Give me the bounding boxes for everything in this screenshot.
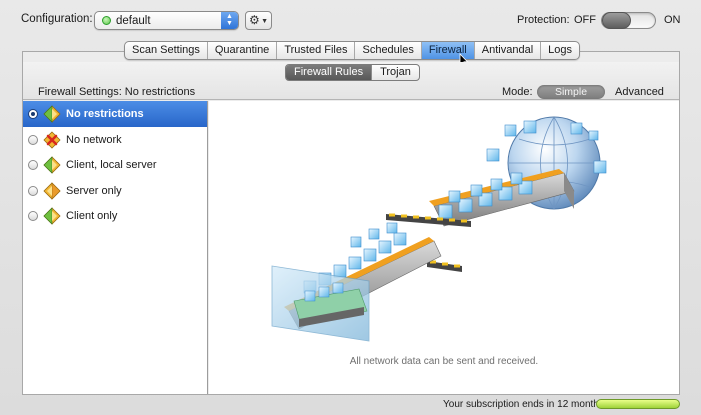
shield-diamond-icon — [43, 156, 61, 174]
select-arrows-icon: ▲ ▼ — [221, 12, 238, 29]
gear-icon: ⚙ — [249, 13, 260, 27]
firewall-options-list: No restrictions No network Client, local… — [23, 101, 208, 394]
toggle-knob[interactable] — [602, 12, 631, 29]
chevron-down-icon: ▼ — [261, 18, 268, 25]
subtab-bar: Firewall Rules Trojan — [285, 64, 420, 81]
mode-advanced-button[interactable]: Advanced — [615, 86, 664, 98]
shield-diamond-icon — [43, 105, 61, 123]
option-server-only[interactable]: Server only — [23, 178, 207, 204]
subscription-status-text: Your subscription ends in 12 months — [443, 399, 604, 410]
mode-simple-button[interactable]: Simple — [537, 85, 605, 99]
firewall-illustration — [271, 116, 607, 342]
radio-button[interactable] — [28, 185, 38, 196]
tab-schedules[interactable]: Schedules — [355, 42, 422, 59]
option-no-network[interactable]: No network — [23, 127, 207, 153]
option-client-local-server[interactable]: Client, local server — [23, 152, 207, 178]
tab-quarantine[interactable]: Quarantine — [208, 42, 278, 59]
status-dot-icon — [102, 16, 111, 25]
firewall-caption: All network data can be sent and receive… — [349, 356, 539, 367]
tab-logs[interactable]: Logs — [541, 42, 579, 59]
option-label: Client, local server — [66, 159, 157, 171]
radio-button[interactable] — [28, 160, 38, 170]
gear-menu-button[interactable]: ⚙ ▼ — [245, 11, 272, 30]
option-label: No restrictions — [66, 108, 144, 120]
shield-diamond-icon — [43, 181, 61, 200]
protection-off-label: OFF — [574, 14, 596, 26]
firewall-illustration-area — [209, 101, 679, 394]
radio-button[interactable] — [28, 109, 38, 119]
option-label: Server only — [66, 184, 122, 197]
tab-bar: Scan Settings Quarantine Trusted Files S… — [124, 41, 580, 60]
radio-button[interactable] — [28, 211, 38, 221]
mode-label: Mode: — [502, 86, 533, 98]
configuration-select[interactable]: default ▲ ▼ — [94, 11, 239, 30]
configuration-label: Configuration: — [21, 13, 93, 25]
tab-antivandal[interactable]: Antivandal — [475, 42, 542, 59]
option-label: Client only — [66, 210, 118, 222]
firewall-settings-text: Firewall Settings: No restrictions — [38, 86, 196, 98]
option-client-only[interactable]: Client only — [23, 203, 207, 229]
subtab-firewall-rules[interactable]: Firewall Rules — [286, 65, 373, 80]
protection-on-label: ON — [664, 14, 681, 26]
option-label: No network — [66, 133, 122, 146]
shield-diamond-icon — [43, 207, 61, 225]
radio-button[interactable] — [28, 134, 38, 145]
configuration-value: default — [116, 15, 151, 27]
protection-toggle[interactable] — [601, 12, 656, 29]
protection-label: Protection: — [517, 14, 570, 26]
subtab-trojan[interactable]: Trojan — [372, 65, 419, 80]
shield-blocked-icon — [43, 130, 61, 149]
option-no-restrictions[interactable]: No restrictions — [23, 101, 207, 127]
subscription-progress-bar — [596, 399, 680, 409]
toolbar: Configuration: default ▲ ▼ ⚙ ▼ Protection:… — [0, 0, 701, 40]
tab-scan-settings[interactable]: Scan Settings — [125, 42, 208, 59]
tab-trusted-files[interactable]: Trusted Files — [277, 42, 356, 59]
